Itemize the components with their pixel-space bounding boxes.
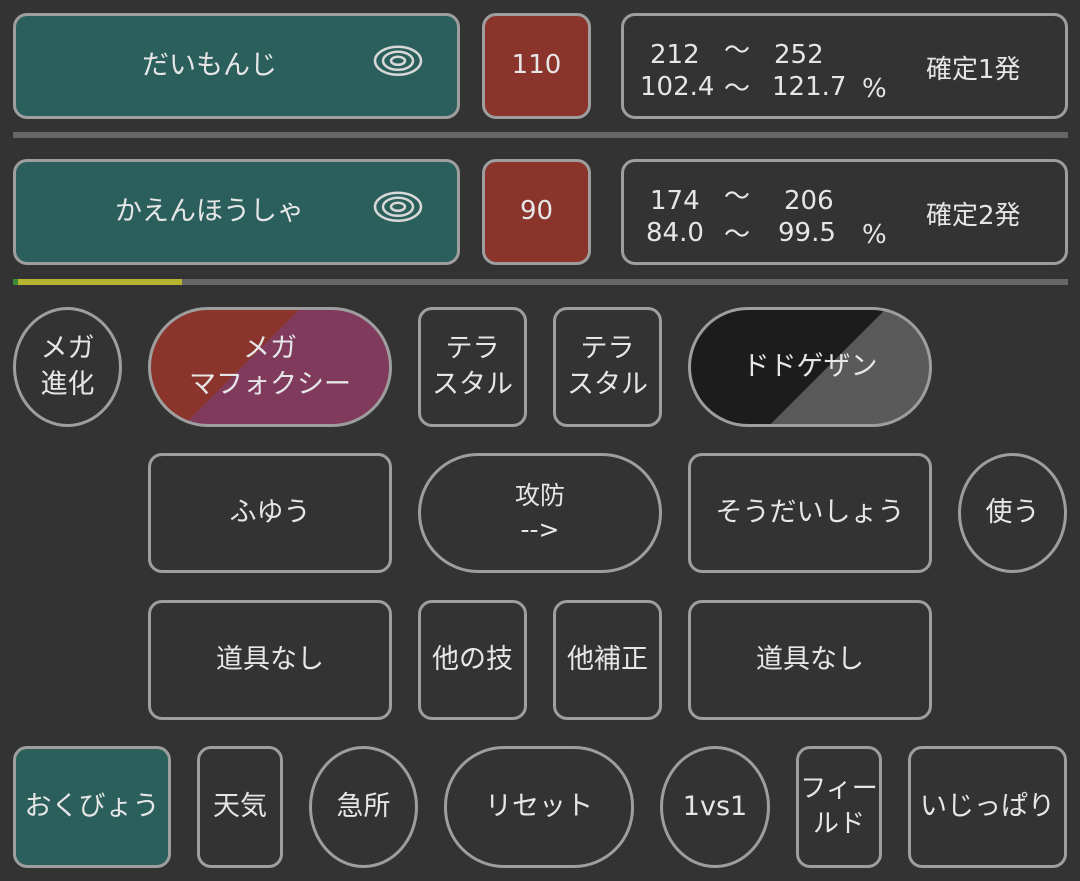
nature-right-button[interactable]: いじっぱり [908,746,1067,868]
tilde: 〜 [724,74,751,104]
divider [13,132,1068,138]
item-right-button[interactable]: 道具なし [688,600,932,720]
weather-button[interactable]: 天気 [197,746,283,868]
move-name-1: だいもんじ [142,49,277,81]
reset-button[interactable]: リセット [444,746,634,868]
other-move-button[interactable]: 他の技 [418,600,527,720]
damage-max: 252 [774,40,824,70]
nature-left-button[interactable]: おくびょう [13,746,171,868]
move-button-1[interactable]: だいもんじ [13,13,460,119]
target-icon[interactable] [373,45,423,87]
hp-bar-marker [13,279,18,285]
mode-1vs1-button[interactable]: 1vs1 [660,746,770,868]
field-button[interactable]: フィー ルド [796,746,882,868]
critical-hit-button[interactable]: 急所 [309,746,418,868]
ability-right-button[interactable]: そうだいしょう [688,453,932,573]
item-left-button[interactable]: 道具なし [148,600,392,720]
tilde: 〜 [724,220,751,250]
mega-evolve-button[interactable]: メガ 進化 [13,307,122,427]
tilde: 〜 [724,182,751,212]
pokemon-right-button[interactable]: ドドゲザン [688,307,932,427]
damage-result-1: 212 〜 252 102.4 〜 121.7 % 確定1発 [621,13,1068,119]
tera-right-button[interactable]: テラ スタル [553,307,662,427]
hp-bar [13,279,1068,285]
use-button[interactable]: 使う [958,453,1067,573]
ability-left-button[interactable]: ふゆう [148,453,392,573]
move-power-1[interactable]: 110 [482,13,591,119]
other-modifier-button[interactable]: 他補正 [553,600,662,720]
percent-min: 84.0 [646,218,704,248]
direction-toggle-button[interactable]: 攻防 --> [418,453,662,573]
move-name-2: かえんほうしゃ [115,195,304,227]
damage-max: 206 [784,186,834,216]
move-button-2[interactable]: かえんほうしゃ [13,159,460,265]
hp-bar-fill [13,279,182,285]
percent-sign: % [862,220,887,250]
percent-min: 102.4 [640,72,715,102]
pokemon-left-button[interactable]: メガ マフォクシー [148,307,392,427]
ko-result: 確定2発 [926,201,1021,231]
ko-result: 確定1発 [926,55,1021,85]
damage-result-2: 174 〜 206 84.0 〜 99.5 % 確定2発 [621,159,1068,265]
damage-min: 212 [650,40,700,70]
damage-min: 174 [650,186,700,216]
percent-max: 99.5 [778,218,836,248]
tilde: 〜 [724,36,751,66]
target-icon[interactable] [373,191,423,233]
percent-max: 121.7 [772,72,847,102]
tera-left-button[interactable]: テラ スタル [418,307,527,427]
percent-sign: % [862,74,887,104]
move-power-2[interactable]: 90 [482,159,591,265]
